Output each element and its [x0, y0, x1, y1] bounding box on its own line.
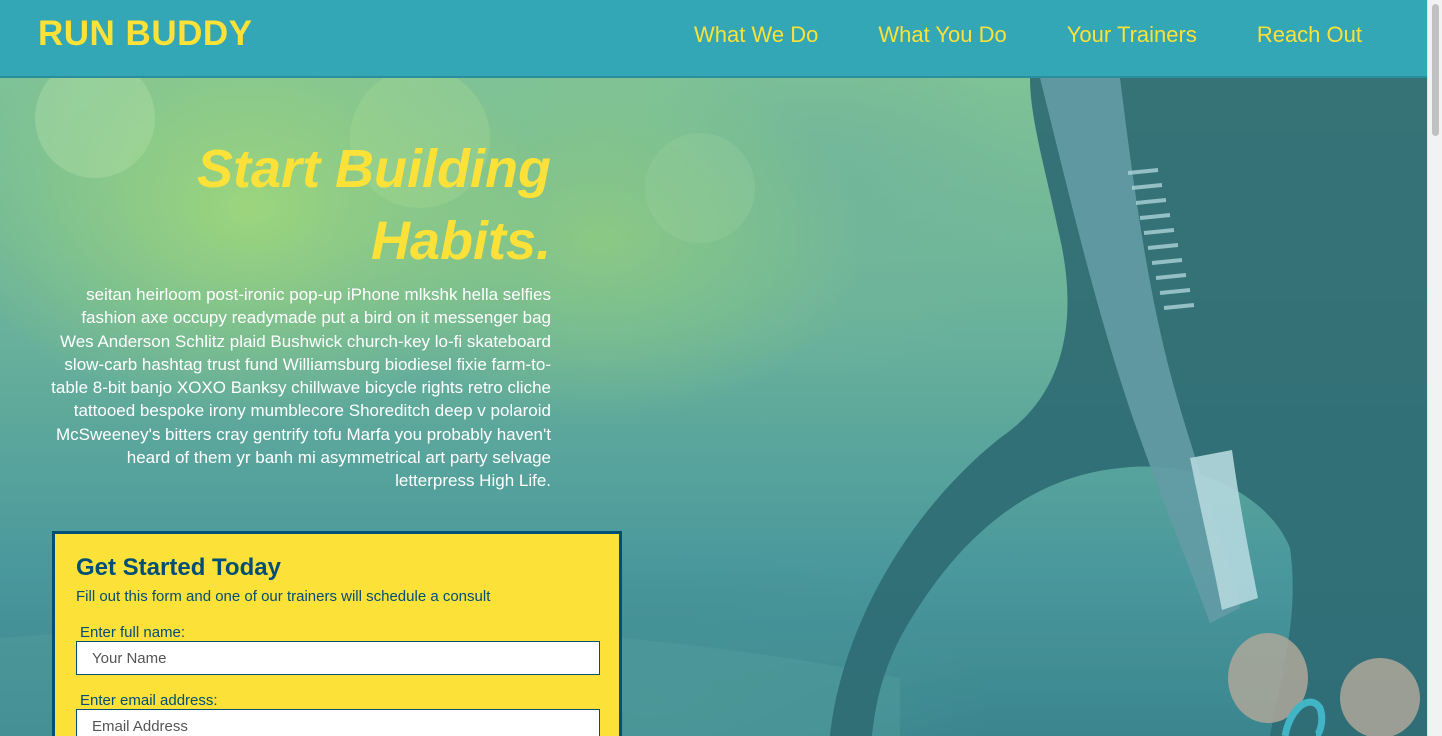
name-input[interactable] — [76, 641, 600, 675]
site-logo[interactable]: RUN BUDDY — [38, 14, 253, 54]
scrollbar-thumb[interactable] — [1432, 4, 1439, 136]
form-title: Get Started Today — [76, 554, 281, 581]
hero-body-text: seitan heirloom post-ironic pop-up iPhon… — [51, 285, 551, 491]
form-subtitle: Fill out this form and one of our traine… — [76, 588, 491, 605]
nav-link-what-you-do[interactable]: What You Do — [878, 22, 1006, 48]
hero-section: Start Building Habits. seitan heirloom p… — [0, 78, 1427, 736]
hero-title: Start Building Habits. — [48, 133, 551, 277]
nav-link-what-we-do[interactable]: What We Do — [694, 22, 818, 48]
nav-link-your-trainers[interactable]: Your Trainers — [1067, 22, 1197, 48]
site-header: RUN BUDDY What We Do What You Do Your Tr… — [0, 0, 1427, 78]
email-input[interactable] — [76, 709, 600, 736]
hero-title-line-1: Start Building — [197, 139, 551, 199]
hero-title-line-2: Habits. — [370, 211, 551, 271]
page: RUN BUDDY What We Do What You Do Your Tr… — [0, 0, 1427, 736]
page-scrollbar[interactable] — [1427, 0, 1442, 736]
email-field-label: Enter email address: — [80, 692, 218, 709]
main-nav: What We Do What You Do Your Trainers Rea… — [634, 22, 1362, 48]
signup-form-card: Get Started Today Fill out this form and… — [52, 531, 622, 736]
nav-link-reach-out[interactable]: Reach Out — [1257, 22, 1362, 48]
hero-intro: Start Building Habits. seitan heirloom p… — [48, 133, 551, 493]
name-field-label: Enter full name: — [80, 624, 186, 641]
